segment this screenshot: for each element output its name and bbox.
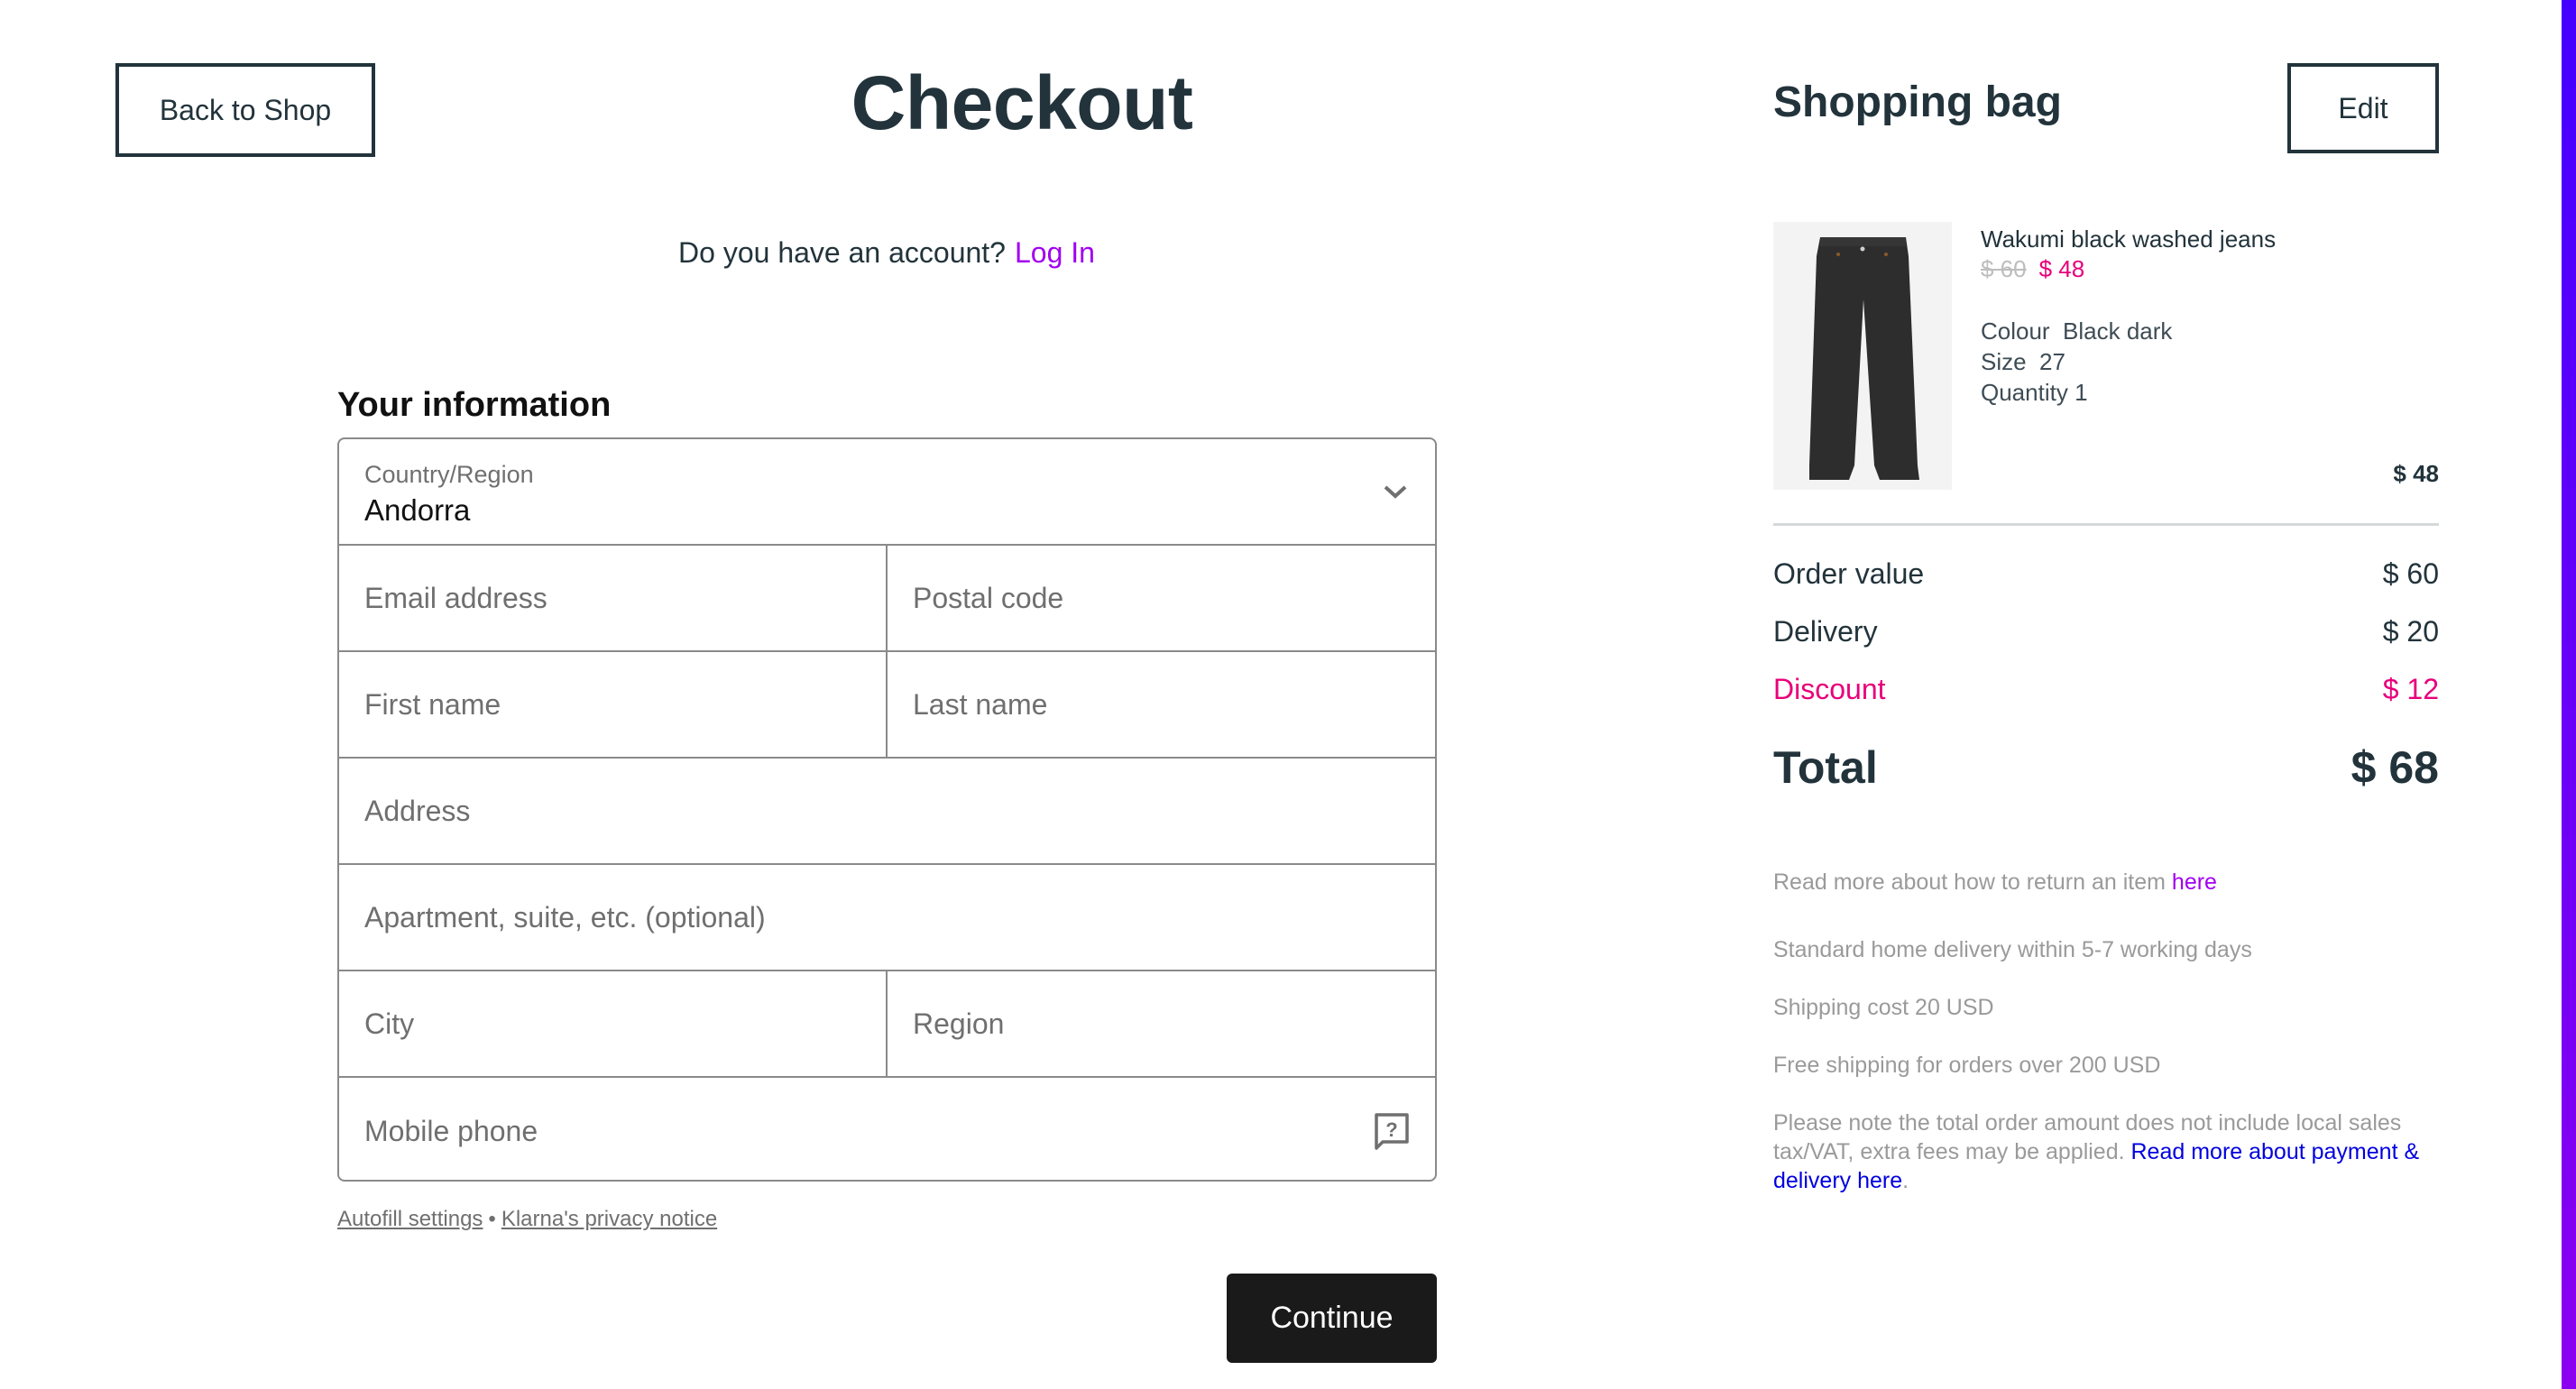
colour-label: Colour [1981, 317, 2050, 345]
email-postal-row: Email address Postal code [339, 546, 1435, 652]
chevron-down-icon [1384, 485, 1407, 499]
mobile-phone-placeholder: Mobile phone [364, 1114, 538, 1147]
information-form: Country/Region Andorra Email address Pos… [337, 437, 1437, 1182]
mobile-phone-field[interactable]: Mobile phone [339, 1078, 1435, 1180]
delivery-label: Delivery [1773, 615, 1878, 648]
discount-label: Discount [1773, 673, 1886, 705]
email-placeholder: Email address [364, 581, 547, 614]
side-accent-bar [2562, 0, 2576, 1389]
order-value-amount: $ 60 [2382, 557, 2439, 590]
tax-notice-end: . [1902, 1168, 1909, 1193]
product-size: Size 27 [1981, 348, 2065, 376]
your-information-heading: Your information [337, 386, 612, 424]
discount-amount: $ 12 [2382, 673, 2439, 705]
size-value: 27 [2039, 348, 2065, 375]
jeans-image [1809, 237, 1919, 480]
city-region-row: City Region [339, 971, 1435, 1078]
last-name-placeholder: Last name [913, 687, 1048, 721]
standard-delivery-info: Standard home delivery within 5-7 workin… [1773, 937, 2252, 962]
city-field[interactable]: City [339, 971, 888, 1076]
total-amount: $ 68 [2351, 742, 2439, 793]
shipping-cost-info: Shipping cost 20 USD [1773, 995, 1994, 1020]
address-placeholder: Address [364, 794, 471, 827]
product-name: Wakumi black washed jeans [1981, 225, 2277, 253]
continue-label: Continue [1270, 1301, 1394, 1335]
apartment-row: Apartment, suite, etc. (optional) [339, 865, 1435, 971]
region-field[interactable]: Region [888, 971, 1435, 1076]
shopping-bag-title: Shopping bag [1773, 78, 2062, 126]
product-colour: Colour Black dark [1981, 317, 2172, 345]
address-field[interactable]: Address [339, 759, 1435, 863]
order-value-row: Order value $ 60 [1773, 557, 2439, 591]
page-title: Checkout [851, 60, 1193, 145]
postal-code-placeholder: Postal code [913, 581, 1064, 614]
svg-text:?: ? [1385, 1118, 1397, 1141]
log-in-link[interactable]: Log In [1015, 236, 1095, 269]
product-image [1773, 222, 1952, 490]
address-row: Address [339, 759, 1435, 865]
product-price: $ 60 $ 48 [1981, 255, 2084, 283]
quantity-value: 1 [2075, 379, 2088, 406]
colour-value: Black dark [2063, 317, 2173, 345]
login-prompt-row: Do you have an account? Log In [0, 236, 1773, 270]
form-links: Autofill settings • Klarna's privacy notic… [337, 1207, 717, 1232]
total-label: Total [1773, 742, 1878, 793]
free-shipping-info: Free shipping for orders over 200 USD [1773, 1053, 2161, 1078]
product-quantity: Quantity 1 [1981, 379, 2088, 407]
delivery-amount: $ 20 [2382, 615, 2439, 648]
region-placeholder: Region [913, 1007, 1005, 1040]
size-label: Size [1981, 348, 2027, 375]
last-name-field[interactable]: Last name [888, 652, 1435, 757]
name-row: First name Last name [339, 652, 1435, 759]
apartment-placeholder: Apartment, suite, etc. (optional) [364, 900, 766, 934]
order-value-label: Order value [1773, 557, 1925, 590]
quantity-label: Quantity [1981, 379, 2068, 406]
total-row: Total $ 68 [1773, 741, 2439, 794]
country-value: Andorra [364, 493, 471, 527]
first-name-placeholder: First name [364, 687, 501, 721]
return-info: Read more about how to return an item he… [1773, 868, 2441, 897]
country-select[interactable]: Country/Region Andorra [339, 439, 1435, 546]
links-separator: • [488, 1207, 496, 1231]
autofill-settings-link[interactable]: Autofill settings [337, 1207, 483, 1231]
first-name-field[interactable]: First name [339, 652, 888, 757]
edit-bag-label: Edit [2338, 91, 2388, 124]
postal-code-field[interactable]: Postal code [888, 546, 1435, 650]
return-info-text: Read more about how to return an item [1773, 869, 2172, 895]
bag-divider [1773, 523, 2439, 526]
privacy-notice-link[interactable]: Klarna's privacy notice [501, 1207, 717, 1231]
help-question-icon[interactable]: ? [1374, 1112, 1410, 1150]
continue-button[interactable]: Continue [1227, 1274, 1437, 1363]
return-info-link[interactable]: here [2172, 869, 2217, 895]
delivery-row: Delivery $ 20 [1773, 615, 2439, 649]
discount-row: Discount $ 12 [1773, 673, 2439, 706]
sale-price: $ 48 [2038, 255, 2085, 282]
item-line-total: $ 48 [2393, 460, 2439, 487]
mobile-phone-row: Mobile phone ? [339, 1078, 1435, 1180]
city-placeholder: City [364, 1007, 415, 1040]
apartment-field[interactable]: Apartment, suite, etc. (optional) [339, 865, 1435, 970]
login-prompt-text: Do you have an account? [678, 236, 1006, 269]
email-field[interactable]: Email address [339, 546, 888, 650]
original-price: $ 60 [1981, 255, 2027, 282]
country-label: Country/Region [364, 461, 534, 488]
tax-notice: Please note the total order amount does … [1773, 1108, 2441, 1195]
edit-bag-button[interactable]: Edit [2287, 63, 2439, 153]
